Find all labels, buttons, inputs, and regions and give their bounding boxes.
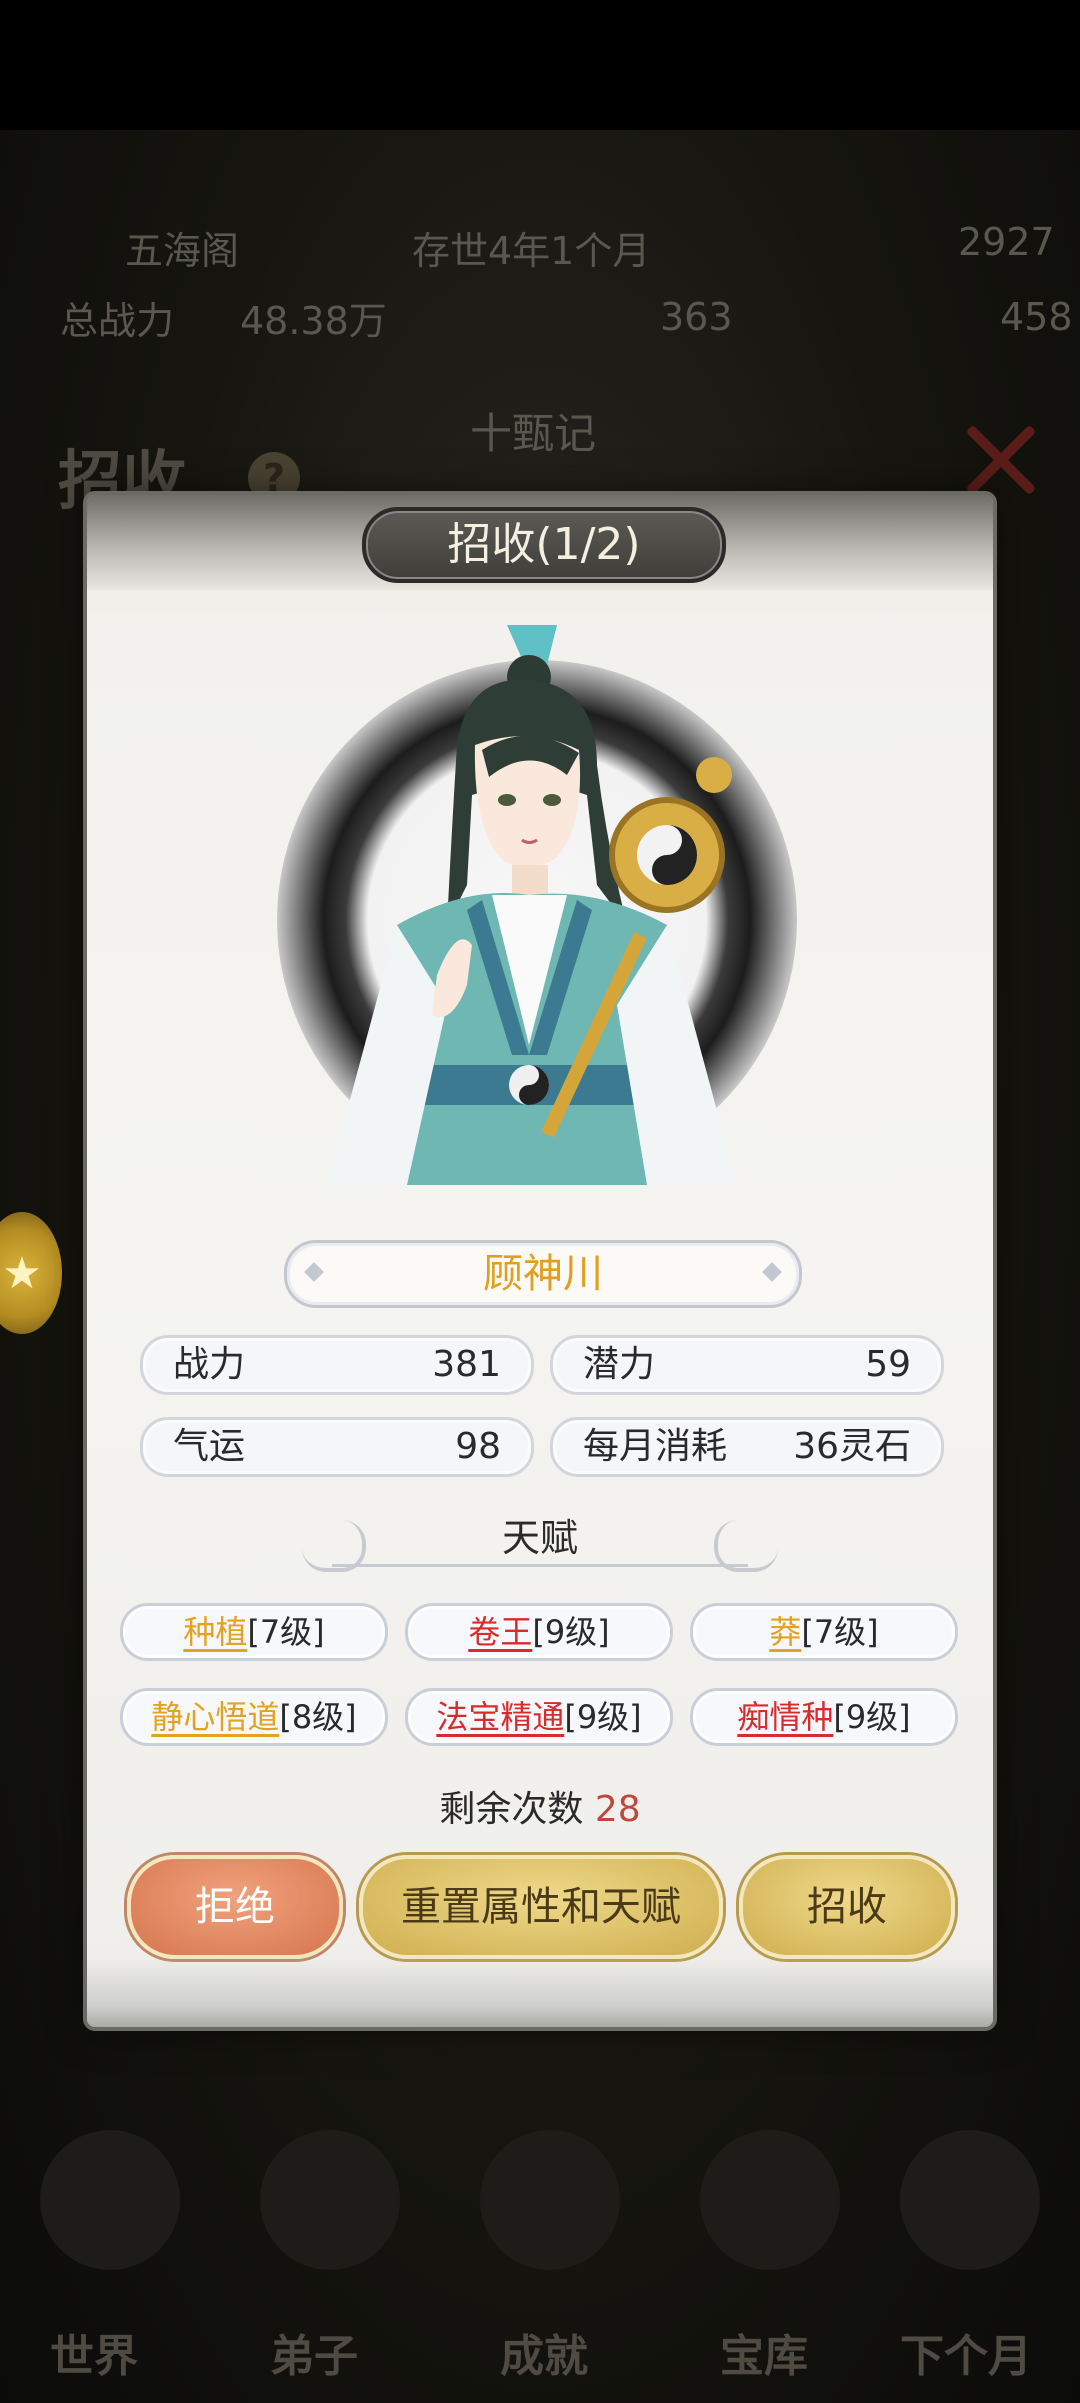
talent-chip[interactable]: 莽[7级] (690, 1603, 958, 1661)
stat-potential: 潜力 59 (550, 1335, 944, 1395)
talent-name[interactable]: 静心悟道 (151, 1698, 279, 1736)
sect-name: 五海阁 (125, 229, 240, 273)
resource-3-value: 2927 (958, 220, 1055, 264)
talent-header-label: 天赋 (501, 1516, 578, 1560)
talent-name[interactable]: 痴情种 (737, 1698, 833, 1736)
nav-achievements[interactable]: 成就 (500, 2320, 588, 2393)
status-bar-area (0, 0, 1080, 130)
resource-1-value: 363 (660, 295, 733, 339)
nav-disciples[interactable]: 弟子 (270, 2320, 358, 2393)
talent-level: [9级] (564, 1698, 642, 1736)
talent-chip[interactable]: 痴情种[9级] (690, 1688, 958, 1746)
talent-level: [9级] (532, 1613, 610, 1651)
stat-value: 59 (865, 1344, 911, 1385)
stat-label: 战力 (173, 1344, 246, 1385)
remaining-count: 剩余次数 28 (87, 1780, 993, 1832)
nav-world[interactable]: 世界 (50, 2320, 138, 2393)
stat-label: 气运 (173, 1426, 246, 1467)
stat-luck: 气运 98 (140, 1417, 534, 1477)
nav-treasury[interactable]: 宝库 (720, 2320, 808, 2393)
close-icon[interactable] (960, 420, 1040, 500)
talent-chip[interactable]: 种植[7级] (120, 1603, 388, 1661)
talent-header: 天赋 (302, 1510, 778, 1572)
recruit-button[interactable]: 招收 (739, 1855, 955, 1959)
talent-name[interactable]: 卷王 (468, 1613, 532, 1651)
talent-level: [9级] (833, 1698, 911, 1736)
tab-label[interactable]: 十甄记 (470, 400, 596, 461)
talent-level: [8级] (279, 1698, 357, 1736)
remaining-label: 剩余次数 (439, 1789, 584, 1830)
stat-value: 36灵石 (793, 1426, 911, 1467)
total-power-label: 总战力 (60, 299, 175, 343)
modal-title: 招收(1/2) (362, 507, 726, 583)
stat-value: 381 (432, 1344, 501, 1385)
talent-name[interactable]: 法宝精通 (436, 1698, 564, 1736)
stat-monthly-cost: 每月消耗 36灵石 (550, 1417, 944, 1477)
resource-2-value: 458 (1000, 295, 1073, 339)
character-name-plate: 顾神川 (284, 1240, 802, 1308)
reset-button[interactable]: 重置属性和天赋 (359, 1855, 723, 1959)
talent-level: [7级] (247, 1613, 325, 1651)
nav-next-month[interactable]: 下个月 (900, 2320, 1032, 2393)
remaining-value: 28 (594, 1789, 641, 1830)
talent-chip[interactable]: 卷王[9级] (405, 1603, 673, 1661)
character-portrait (327, 625, 737, 1185)
stat-label: 潜力 (583, 1344, 656, 1385)
stat-combat: 战力 381 (140, 1335, 534, 1395)
time-display: 存世4年1个月 (412, 229, 651, 273)
recruit-modal: 招收(1/2) 顾神川 战力 381 潜力 59 气运 98 每月消耗 36灵石… (87, 495, 993, 2027)
reject-button[interactable]: 拒绝 (127, 1855, 343, 1959)
stat-value: 98 (455, 1426, 501, 1467)
talent-chip[interactable]: 法宝精通[9级] (405, 1688, 673, 1746)
talent-name[interactable]: 莽 (769, 1613, 801, 1651)
stat-label: 每月消耗 (583, 1426, 728, 1467)
talent-chip[interactable]: 静心悟道[8级] (120, 1688, 388, 1746)
modal-bottom-ink (87, 1957, 993, 2027)
talent-level: [7级] (801, 1613, 879, 1651)
talent-name[interactable]: 种植 (183, 1613, 247, 1651)
total-power-value: 48.38万 (240, 299, 387, 343)
character-name: 顾神川 (483, 1251, 603, 1297)
